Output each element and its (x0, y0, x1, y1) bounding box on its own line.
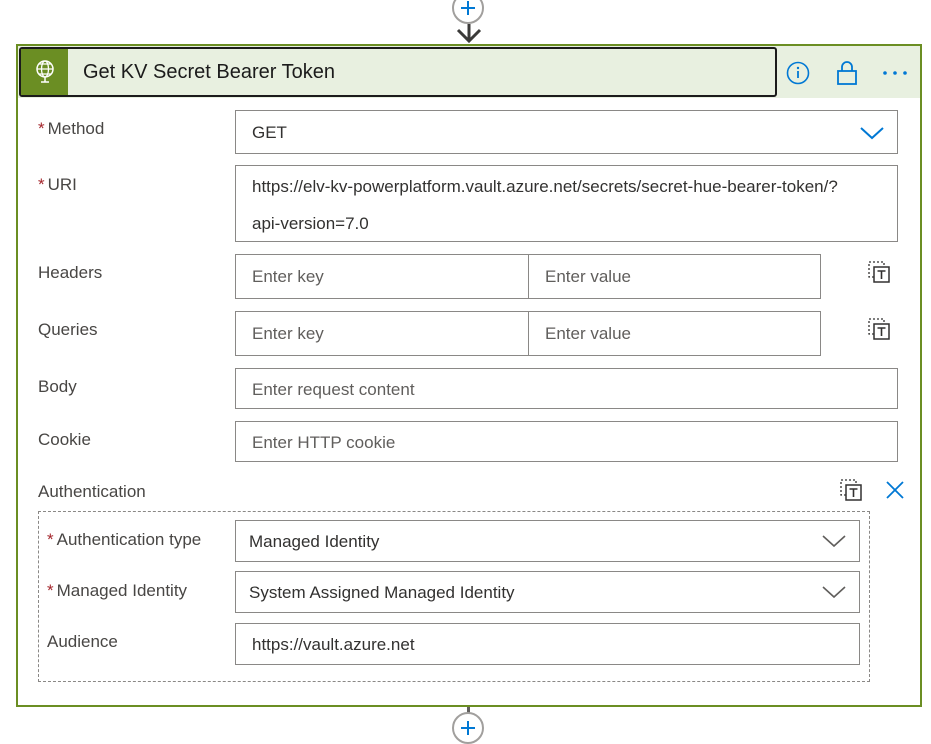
lock-icon (837, 61, 857, 85)
plus-icon (461, 721, 475, 735)
cookie-label: Cookie (38, 430, 91, 449)
switch-to-text-mode-icon (868, 261, 890, 283)
headers-key-input[interactable]: Enter key (235, 254, 529, 299)
more-options-button[interactable] (880, 58, 910, 88)
action-title[interactable]: Get KV Secret Bearer Token (83, 61, 335, 84)
body-input[interactable]: Enter request content (235, 368, 898, 409)
authentication-label: Authentication (38, 482, 146, 501)
headers-text-mode-button[interactable] (865, 258, 893, 286)
authentication-type-label: * Authentication type (47, 530, 202, 549)
body-label: Body (38, 377, 77, 396)
chevron-down-icon (822, 535, 846, 548)
add-step-top-button[interactable] (452, 0, 484, 24)
queries-label: Queries (38, 320, 98, 339)
uri-value-line-1: https://elv-kv-powerplatform.vault.azure… (252, 177, 838, 196)
add-step-bottom-button[interactable] (452, 712, 484, 744)
title-bar[interactable]: Get KV Secret Bearer Token (19, 47, 777, 97)
managed-identity-dropdown[interactable]: System Assigned Managed Identity (235, 571, 860, 613)
more-icon (883, 71, 907, 75)
managed-identity-label: * Managed Identity (47, 581, 188, 600)
plus-icon (461, 1, 475, 15)
info-button[interactable] (783, 58, 813, 88)
chevron-down-icon (860, 127, 884, 140)
arrow-down-icon (456, 24, 482, 44)
uri-input[interactable]: https://elv-kv-powerplatform.vault.azure… (235, 165, 898, 242)
uri-value-line-2: api-version=7.0 (252, 214, 369, 233)
chevron-down-icon (822, 586, 846, 599)
headers-value-input[interactable]: Enter value (528, 254, 821, 299)
lock-button[interactable] (832, 58, 862, 88)
switch-to-text-mode-icon (840, 479, 862, 501)
audience-label: Audience (47, 632, 118, 651)
queries-text-mode-button[interactable] (865, 315, 893, 343)
queries-value-input[interactable]: Enter value (528, 311, 821, 356)
method-label: * Method (38, 119, 105, 138)
switch-to-text-mode-icon (868, 318, 890, 340)
headers-label: Headers (38, 263, 103, 282)
uri-label: * URI (38, 175, 77, 194)
audience-input[interactable]: https://vault.azure.net (235, 623, 860, 665)
method-dropdown[interactable]: GET (235, 110, 898, 154)
cookie-input[interactable]: Enter HTTP cookie (235, 421, 898, 462)
close-icon (886, 481, 904, 499)
globe-icon (35, 60, 54, 83)
authentication-type-dropdown[interactable]: Managed Identity (235, 520, 860, 562)
method-value: GET (252, 123, 287, 142)
authentication-text-mode-button[interactable] (837, 476, 865, 504)
http-action-icon-box (21, 49, 68, 95)
authentication-panel: * Authentication type Managed Identity * M… (38, 511, 870, 682)
info-icon (786, 61, 810, 85)
action-card: Get KV Secret Bearer Token * Method GET *… (16, 44, 922, 707)
remove-authentication-button[interactable] (881, 476, 909, 504)
queries-key-input[interactable]: Enter key (235, 311, 529, 356)
